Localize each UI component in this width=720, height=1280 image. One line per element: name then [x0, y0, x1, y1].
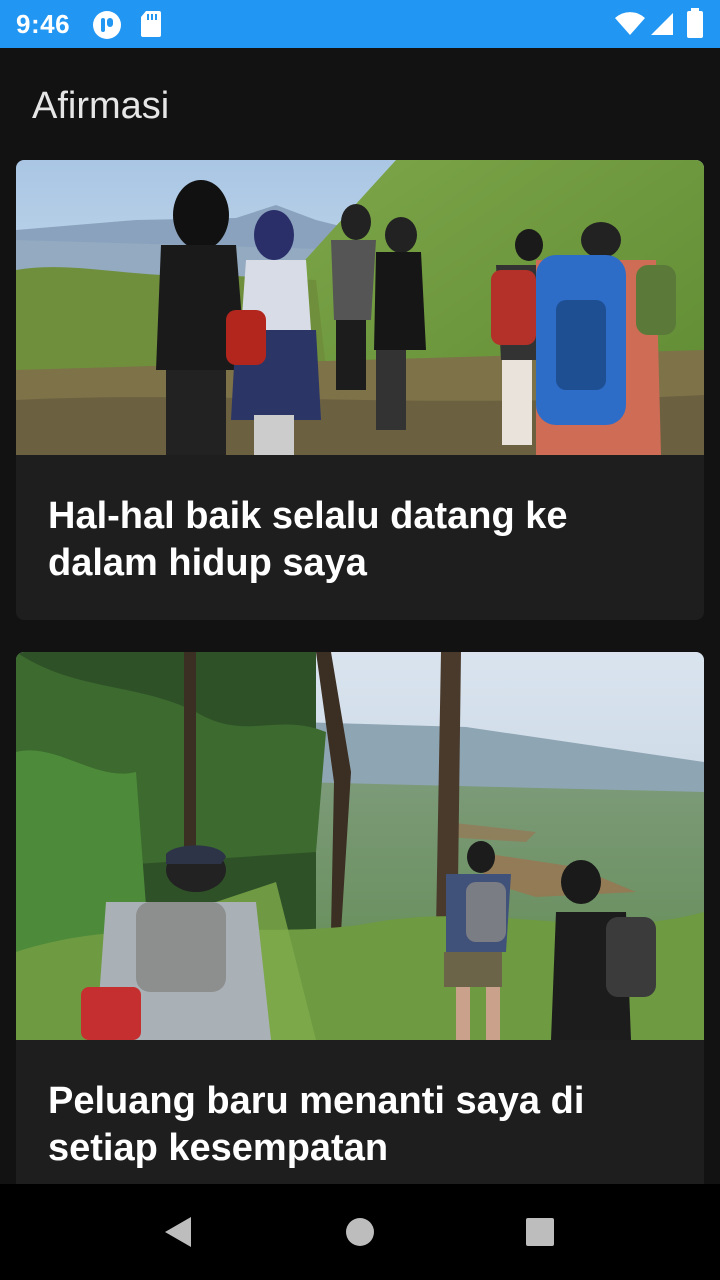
- back-icon: [165, 1217, 191, 1247]
- navigation-bar: [0, 1184, 720, 1280]
- affirmation-card[interactable]: Peluang baru menanti saya di setiap kese…: [16, 652, 704, 1184]
- recents-button[interactable]: [510, 1202, 570, 1262]
- app-notification-icon: [92, 10, 122, 45]
- battery-icon: [686, 8, 704, 43]
- hikers-on-grassy-ridge-photo: [16, 160, 704, 455]
- sd-card-icon: [140, 10, 162, 43]
- affirmation-list[interactable]: Hal-hal baik selalu datang ke dalam hidu…: [0, 160, 720, 1184]
- hikers-in-pine-forest-overlooking-valley-photo: [16, 652, 704, 1040]
- signal-icon: [650, 12, 674, 41]
- wifi-icon: [614, 12, 646, 41]
- back-button[interactable]: [148, 1202, 208, 1262]
- home-button[interactable]: [330, 1202, 390, 1262]
- home-icon: [346, 1218, 374, 1246]
- app-title: Afirmasi: [32, 85, 170, 127]
- affirmation-card[interactable]: Hal-hal baik selalu datang ke dalam hidu…: [16, 160, 704, 620]
- status-time: 9:46: [16, 9, 71, 39]
- app-bar: Afirmasi: [0, 48, 720, 160]
- status-bar: 9:46: [0, 0, 720, 48]
- affirmation-text: Hal-hal baik selalu datang ke dalam hidu…: [48, 495, 568, 584]
- recents-icon: [526, 1218, 554, 1246]
- affirmation-text: Peluang baru menanti saya di setiap kese…: [48, 1080, 585, 1169]
